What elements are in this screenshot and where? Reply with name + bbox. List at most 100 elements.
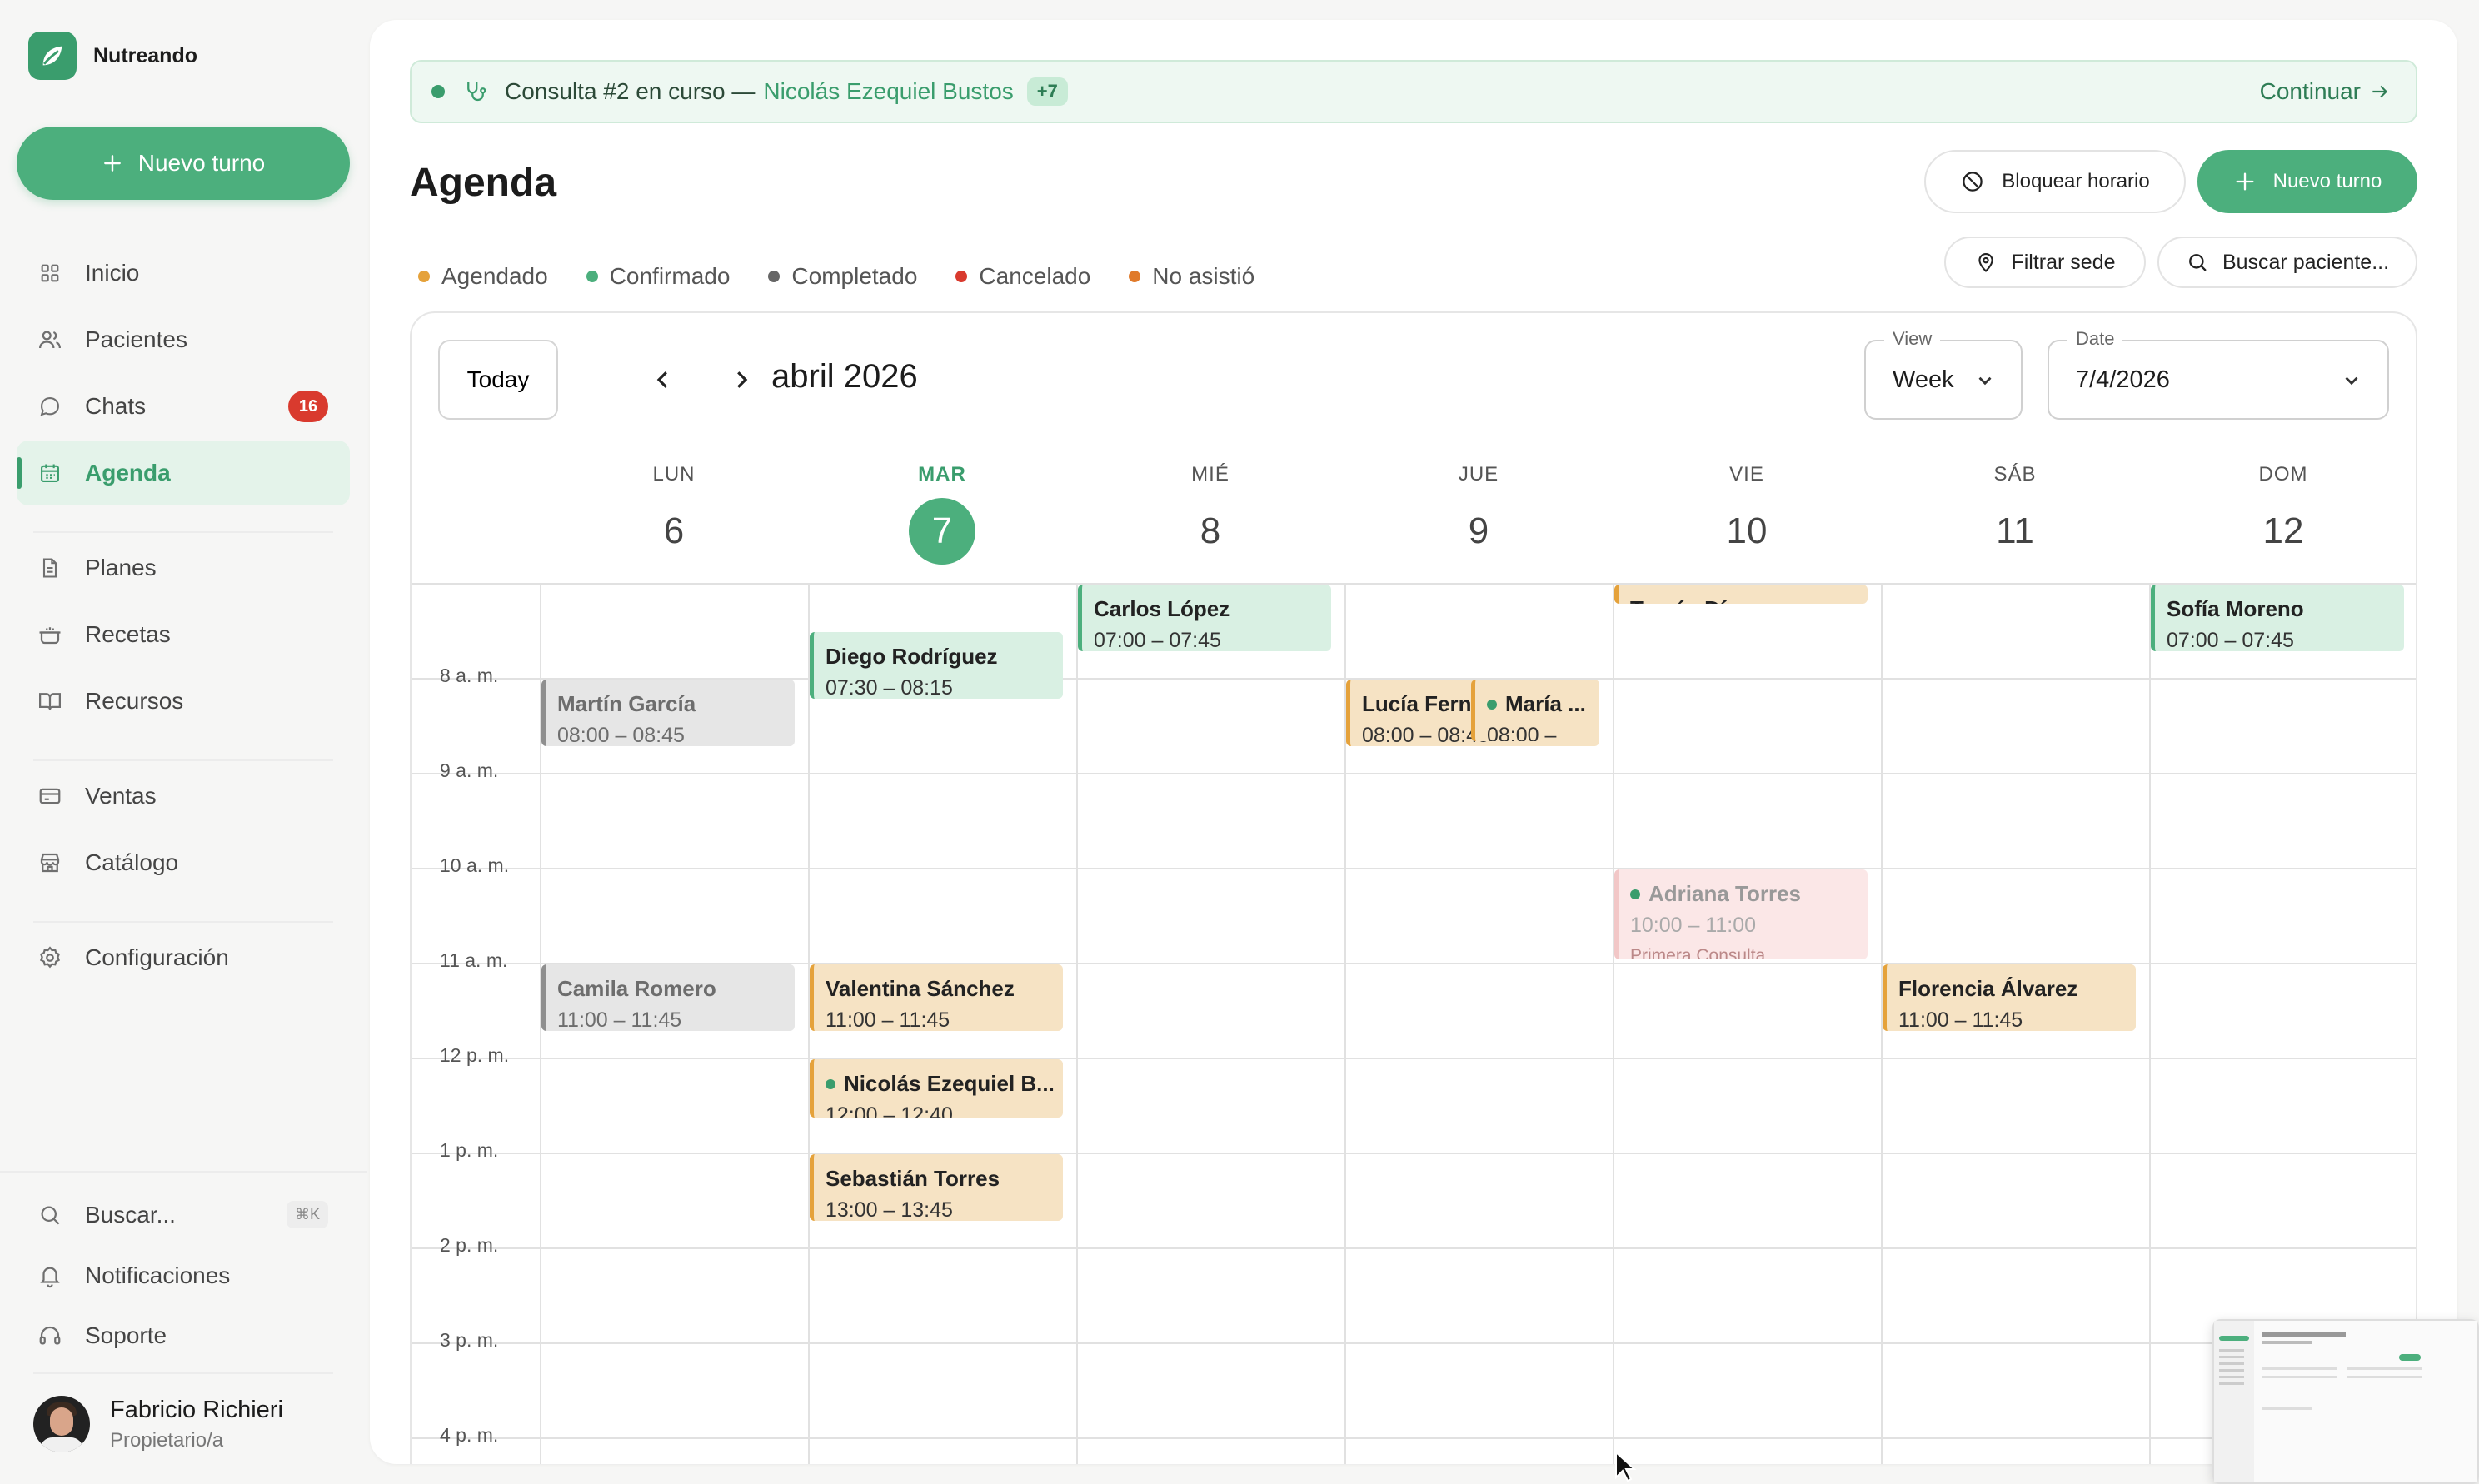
chevron-down-icon	[2341, 370, 2362, 391]
screen-preview-thumbnail[interactable]	[2212, 1319, 2479, 1484]
day-header-vie[interactable]: VIE 10	[1613, 463, 1881, 565]
banner-count-chip: +7	[1026, 77, 1068, 106]
appointment-event[interactable]: Tomás Díaz	[1614, 585, 1868, 604]
active-indicator	[17, 457, 22, 489]
user-profile[interactable]: Fabricio Richieri Propietario/a	[33, 1396, 283, 1452]
appointment-patient-name: Carlos López	[1094, 596, 1230, 621]
sidebar-item-label: Agenda	[85, 460, 171, 486]
day-number: 8	[1076, 498, 1344, 565]
appointment-time: 11:00 – 11:45	[826, 1008, 950, 1031]
hour-line	[412, 1153, 2416, 1154]
sidebar-item-agenda[interactable]: Agenda	[17, 441, 350, 505]
new-appointment-sidebar-label: Nuevo turno	[137, 150, 266, 176]
day-header-jue[interactable]: JUE 9	[1344, 463, 1613, 565]
appointment-time: 07:30 – 08:15	[826, 676, 953, 699]
today-button[interactable]: Today	[438, 340, 558, 420]
sidebar-notificaciones[interactable]: Notificaciones	[17, 1243, 350, 1308]
day-column-line	[2149, 583, 2151, 1464]
appointment-event[interactable]: Sebastián Torres 13:00 – 13:45	[810, 1154, 1063, 1221]
day-header-mié[interactable]: MIÉ 8	[1076, 463, 1344, 565]
appointment-patient-name: Tomás Díaz	[1630, 596, 1749, 604]
sidebar-item-pacientes[interactable]: Pacientes	[17, 307, 350, 372]
day-column-line	[1613, 583, 1614, 1464]
appointment-patient-name: Martín García	[557, 691, 696, 716]
sidebar-item-ventas[interactable]: Ventas	[17, 764, 350, 829]
day-name: SÁB	[1993, 463, 2037, 486]
appointment-event[interactable]: Camila Romero 11:00 – 11:45	[541, 964, 795, 1031]
chevron-left-icon	[651, 367, 676, 392]
day-number: 11	[1881, 498, 2149, 565]
appointment-event[interactable]: Sofía Moreno 07:00 – 07:45	[2151, 585, 2404, 651]
day-header-lun[interactable]: LUN 6	[540, 463, 808, 565]
sidebar-item-planes[interactable]: Planes	[17, 535, 350, 600]
day-header-mar[interactable]: MAR 7	[808, 463, 1076, 565]
user-role: Propietario/a	[110, 1428, 224, 1452]
appointment-event[interactable]: Adriana Torres 10:00 – 11:00 Primera Consu…	[1614, 869, 1868, 959]
legend-dot-no-asistio	[1129, 271, 1141, 282]
users-icon	[35, 325, 65, 355]
sidebar-divider	[33, 1372, 333, 1374]
appointment-event[interactable]: Carlos López 07:00 – 07:45	[1078, 585, 1331, 651]
day-header-sáb[interactable]: SÁB 11	[1881, 463, 2149, 565]
search-patient-label: Buscar paciente...	[2222, 250, 2390, 274]
sidebar-item-configuracion[interactable]: Configuración	[17, 925, 350, 990]
sidebar-item-label: Catálogo	[85, 849, 179, 875]
appointment-patient-name: Diego Rodríguez	[826, 644, 998, 669]
appointment-patient: Camila Romero	[557, 976, 795, 1002]
sidebar-item-chats[interactable]: Chats 16	[17, 374, 350, 439]
day-number: 10	[1613, 498, 1881, 565]
day-column-line	[1076, 583, 1078, 1464]
new-appointment-button[interactable]: Nuevo turno	[2197, 150, 2417, 213]
avatar	[33, 1396, 90, 1452]
sidebar-divider	[33, 759, 333, 761]
view-select-value: Week	[1893, 366, 1954, 393]
confirmed-dot	[1487, 699, 1497, 710]
next-week-button[interactable]	[721, 360, 761, 400]
sidebar-item-recetas[interactable]: Recetas	[17, 602, 350, 667]
day-number-text: 12	[2262, 510, 2304, 551]
appointment-event[interactable]: Diego Rodríguez 07:30 – 08:15	[810, 632, 1063, 699]
main-panel: Consulta #2 en curso — Nicolás Ezequiel …	[370, 20, 2457, 1464]
sidebar-item-label: Recetas	[85, 621, 171, 647]
hour-label: 1 p. m.	[440, 1139, 499, 1161]
active-consultation-banner[interactable]: Consulta #2 en curso — Nicolás Ezequiel …	[410, 60, 2417, 123]
sidebar-item-catalogo[interactable]: Catálogo	[17, 830, 350, 895]
legend-item: Cancelado	[955, 263, 1090, 290]
pot-icon	[35, 620, 65, 650]
appointment-event[interactable]: María ... 08:00 –	[1471, 680, 1599, 741]
legend-dot-cancelado	[955, 271, 968, 282]
new-appointment-sidebar-button[interactable]: Nuevo turno	[17, 127, 350, 200]
chevron-down-icon	[1974, 370, 1996, 391]
search-patient-button[interactable]: Buscar paciente...	[2157, 237, 2417, 288]
appointment-time: 07:00 – 07:45	[2167, 629, 2294, 651]
previous-week-button[interactable]	[643, 360, 683, 400]
hour-line	[412, 773, 2416, 774]
sidebar-item-inicio[interactable]: Inicio	[17, 241, 350, 306]
date-select-value: 7/4/2026	[2076, 366, 2170, 393]
filter-location-button[interactable]: Filtrar sede	[1944, 237, 2146, 288]
appointment-patient-name: Adriana Torres	[1649, 881, 1802, 906]
view-select[interactable]: View Week	[1864, 328, 2023, 420]
legend-item: Confirmado	[586, 263, 730, 290]
block-time-button[interactable]: Bloquear horario	[1924, 150, 2186, 213]
date-select[interactable]: Date 7/4/2026	[2048, 328, 2389, 420]
hour-label: 8 a. m.	[440, 665, 499, 686]
appointment-event[interactable]: Valentina Sánchez 11:00 – 11:45	[810, 964, 1063, 1031]
sidebar-soporte[interactable]: Soporte	[17, 1303, 350, 1368]
appointment-event[interactable]: Nicolás Ezequiel B... 12:00 – 12:40	[810, 1059, 1063, 1118]
sidebar-item-label: Chats	[85, 393, 147, 419]
appointment-event[interactable]: Florencia Álvarez 11:00 – 11:45	[1883, 964, 2136, 1031]
appointment-time: 13:00 – 13:45	[826, 1198, 953, 1221]
appointment-patient-name: Nicolás Ezequiel B...	[844, 1071, 1055, 1096]
sidebar-item-recursos[interactable]: Recursos	[17, 669, 350, 734]
hour-line	[412, 1058, 2416, 1059]
continue-link[interactable]: Continuar	[2260, 78, 2391, 105]
search-shortcut-hint: ⌘K	[286, 1201, 328, 1228]
day-header-dom[interactable]: DOM 12	[2149, 463, 2416, 565]
today-marker: 7	[909, 498, 975, 565]
sidebar-search[interactable]: Buscar... ⌘K	[17, 1183, 350, 1247]
appointment-event[interactable]: Martín García 08:00 – 08:45	[541, 680, 795, 746]
brand[interactable]: Nutreando	[28, 32, 197, 80]
day-name: MIÉ	[1191, 463, 1230, 486]
hour-label: 11 a. m.	[440, 949, 508, 971]
